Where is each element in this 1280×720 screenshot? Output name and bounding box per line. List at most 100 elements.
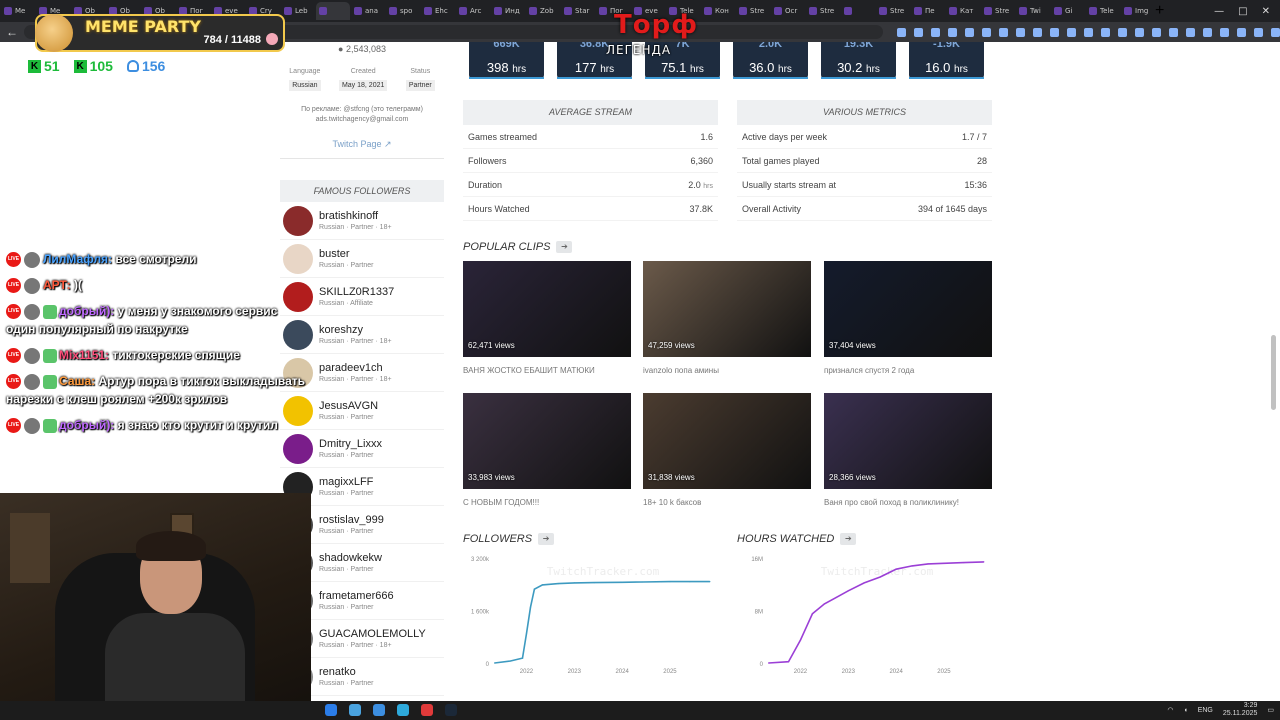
extension-icon[interactable] (1203, 27, 1212, 37)
followers-chart: TwitchTracker.com 3 200k 1 600k 0 2022 2023 20… (471, 557, 711, 675)
tab-favicon-icon (494, 7, 502, 15)
extension-icon[interactable] (948, 27, 957, 37)
extension-icon[interactable] (1254, 27, 1263, 37)
clip-thumbnail[interactable]: 31,838 views (643, 393, 811, 489)
browser-tab[interactable]: Gi (1051, 2, 1085, 20)
browser-tab[interactable]: spo (386, 2, 420, 20)
browser-tab[interactable]: Ehc (421, 2, 455, 20)
twitch-page-link[interactable]: Twitch Page ↗ (280, 139, 444, 150)
extension-icon[interactable] (1271, 27, 1280, 37)
browser-tab[interactable]: Инд (491, 2, 525, 20)
famous-follower-row[interactable]: bratishkinoff Russian · Partner · 18+ (280, 202, 444, 240)
extension-icon[interactable] (1220, 27, 1229, 37)
browser-tab[interactable] (316, 2, 350, 20)
clip-card[interactable]: 31,838 views 18+ 10 k баксов (643, 393, 811, 507)
browser-tab[interactable]: Arc (456, 2, 490, 20)
clip-thumbnail[interactable]: 33,983 views (463, 393, 631, 489)
edge-icon[interactable] (325, 704, 337, 716)
browser-tab[interactable]: Zob (526, 2, 560, 20)
browser-tab[interactable]: Stre (876, 2, 910, 20)
extension-icon[interactable] (1050, 27, 1059, 37)
language-indicator[interactable]: ENG (1198, 707, 1213, 714)
browser-tab[interactable]: Кон (701, 2, 735, 20)
extension-icon[interactable] (1016, 27, 1025, 37)
extension-icon[interactable] (897, 27, 906, 37)
extension-icon[interactable] (982, 27, 991, 37)
extension-icon[interactable] (1084, 27, 1093, 37)
clip-card[interactable]: 28,366 views Ваня про свой поход в поликл… (824, 393, 992, 507)
followers-arrow-icon[interactable]: ➔ (538, 533, 555, 545)
browser-tab[interactable]: Ocr (771, 2, 805, 20)
hours-watched-arrow-icon[interactable]: ➔ (840, 533, 857, 545)
extension-icon[interactable] (1237, 27, 1246, 37)
extension-icon[interactable] (1186, 27, 1195, 37)
volume-icon[interactable]: ◖ (1183, 707, 1187, 714)
extension-icon[interactable] (1067, 27, 1076, 37)
clock[interactable]: 3:29 25.11.2025 (1223, 702, 1258, 718)
browser-tab[interactable]: Star (561, 2, 595, 20)
browser-tab[interactable]: Stre (806, 2, 840, 20)
clip-thumbnail[interactable]: 47,259 views (643, 261, 811, 357)
page-scrollbar[interactable] (1271, 335, 1276, 410)
tab-title: ana (365, 7, 379, 15)
extension-icon[interactable] (931, 27, 940, 37)
extension-icon[interactable] (1135, 27, 1144, 37)
extension-icon[interactable] (1152, 27, 1161, 37)
metric-label: Games streamed (468, 131, 538, 142)
clip-title[interactable]: С НОВЫМ ГОДОМ!!! (463, 498, 631, 507)
browser-tab[interactable]: Stre (736, 2, 770, 20)
chart-data-point (621, 581, 623, 583)
browser-tab[interactable] (841, 2, 875, 20)
browser-tab[interactable]: ana (351, 2, 385, 20)
clip-card[interactable]: 33,983 views С НОВЫМ ГОДОМ!!! (463, 393, 631, 507)
close-icon[interactable]: ✕ (1262, 6, 1270, 17)
extension-icon[interactable] (1033, 27, 1042, 37)
clip-thumbnail[interactable]: 62,471 views (463, 261, 631, 357)
clip-card[interactable]: 37,404 views признался спустя 2 года (824, 261, 992, 375)
browser-tab[interactable]: Leb (281, 2, 315, 20)
clip-title[interactable]: ivanzolo попа амины (643, 366, 811, 375)
stat-card-value: 30.2 hrs (821, 60, 896, 75)
ads-email[interactable]: ads.twitchagency@gmail.com (280, 115, 444, 125)
extension-icon[interactable] (965, 27, 974, 37)
browser-tab[interactable]: Stre (981, 2, 1015, 20)
clip-card[interactable]: 62,471 views ВАНЯ ЖОСТКО ЕБАШИТ МАТЮКИ (463, 261, 631, 375)
clip-title[interactable]: ВАНЯ ЖОСТКО ЕБАШИТ МАТЮКИ (463, 366, 631, 375)
follower-name: frametamer666 (319, 590, 394, 602)
clip-title[interactable]: 18+ 10 k баксов (643, 498, 811, 507)
metric-label: Total games played (742, 155, 820, 166)
extension-icon[interactable] (1118, 27, 1127, 37)
minimize-icon[interactable]: — (1214, 6, 1224, 17)
browser-tab[interactable]: Img (1121, 2, 1155, 20)
clip-card[interactable]: 47,259 views ivanzolo попа амины (643, 261, 811, 375)
app-icon[interactable] (373, 704, 385, 716)
clip-thumbnail[interactable]: 28,366 views (824, 393, 992, 489)
app-icon[interactable] (349, 704, 361, 716)
back-icon[interactable]: ← (6, 25, 20, 39)
chat-text: )( (70, 278, 83, 292)
clip-title[interactable]: Ваня про свой поход в поликлинику! (824, 498, 992, 507)
webcam-person-hair (136, 531, 206, 561)
yandex-icon[interactable] (421, 704, 433, 716)
browser-tab[interactable]: Кат (946, 2, 980, 20)
extension-icon[interactable] (1169, 27, 1178, 37)
extension-icon[interactable] (914, 27, 923, 37)
browser-tab[interactable]: Twi (1016, 2, 1050, 20)
browser-tab[interactable]: Пе (911, 2, 945, 20)
telegram-icon[interactable] (397, 704, 409, 716)
wifi-icon[interactable]: ◠ (1167, 706, 1173, 714)
browser-tab[interactable]: Tele (1086, 2, 1120, 20)
extension-icon[interactable] (1101, 27, 1110, 37)
steam-icon[interactable] (445, 704, 457, 716)
browser-tab[interactable]: Me (1, 2, 35, 20)
extension-icon[interactable] (999, 27, 1008, 37)
clip-thumbnail[interactable]: 37,404 views (824, 261, 992, 357)
chart-x-tick: 2025 (663, 669, 677, 675)
notifications-icon[interactable]: ▭ (1267, 706, 1274, 714)
clip-title[interactable]: признался спустя 2 года (824, 366, 992, 375)
follower-details: Russian · Partner (319, 604, 374, 611)
maximize-icon[interactable]: □ (1238, 6, 1247, 17)
new-tab-icon[interactable]: + (1155, 2, 1164, 20)
popular-clips-arrow-icon[interactable]: ➔ (556, 241, 573, 253)
clock-date: 25.11.2025 (1222, 710, 1258, 717)
